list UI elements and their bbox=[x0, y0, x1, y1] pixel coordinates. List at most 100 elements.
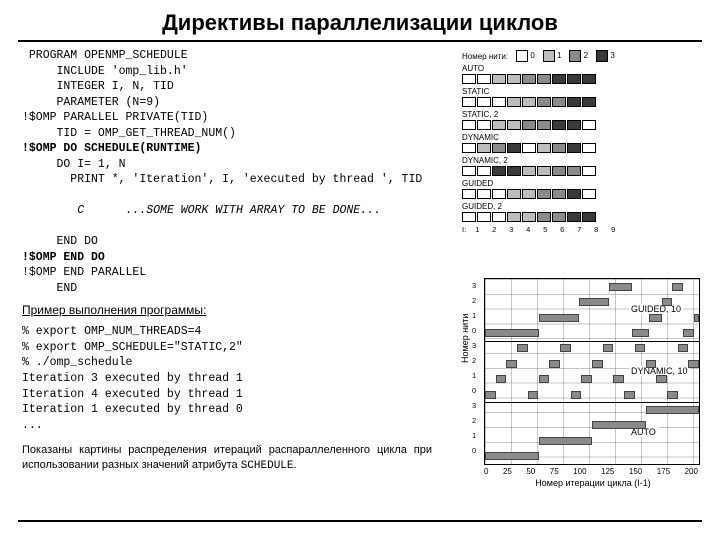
term-line: Iteration 1 executed by thread 0 bbox=[22, 402, 452, 418]
schedule-row bbox=[462, 166, 692, 176]
schedule-cell bbox=[582, 120, 596, 130]
schedule-cell bbox=[537, 166, 551, 176]
schedule-row-label: GUIDED, 2 bbox=[462, 202, 692, 211]
iteration-bar bbox=[688, 360, 699, 368]
schedule-cell bbox=[462, 212, 476, 222]
iteration-bar bbox=[571, 391, 582, 399]
schedule-cell bbox=[462, 189, 476, 199]
schedule-cell bbox=[462, 120, 476, 130]
iteration-bar bbox=[624, 391, 635, 399]
schedule-cell bbox=[567, 97, 581, 107]
iteration-bar bbox=[646, 360, 657, 368]
schedule-cell bbox=[462, 97, 476, 107]
schedule-cell bbox=[507, 166, 521, 176]
iteration-bar bbox=[581, 375, 592, 383]
schedule-cell bbox=[522, 212, 536, 222]
schedule-cell bbox=[462, 166, 476, 176]
iteration-bar bbox=[632, 329, 649, 337]
iteration-bar bbox=[539, 314, 580, 322]
schedule-cell bbox=[477, 120, 491, 130]
schedule-cell bbox=[522, 120, 536, 130]
iteration-bar bbox=[603, 344, 614, 352]
iteration-bar bbox=[635, 344, 646, 352]
schedule-cell bbox=[582, 97, 596, 107]
schedule-row bbox=[462, 97, 692, 107]
schedule-row-label: STATIC, 2 bbox=[462, 110, 692, 119]
term-line: Iteration 4 executed by thread 1 bbox=[22, 387, 452, 403]
schedule-cell bbox=[507, 120, 521, 130]
description-a: Показаны картины распределения итераций … bbox=[22, 444, 432, 471]
schedule-cell bbox=[492, 212, 506, 222]
schedule-row-label: GUIDED bbox=[462, 179, 692, 188]
iteration-bar bbox=[549, 360, 560, 368]
code-line: PROGRAM OPENMP_SCHEDULE bbox=[22, 48, 452, 64]
schedule-row bbox=[462, 143, 692, 153]
schedule-cell bbox=[507, 74, 521, 84]
schedule-cell bbox=[507, 143, 521, 153]
schedule-cell bbox=[522, 74, 536, 84]
schedule-cell bbox=[552, 212, 566, 222]
schedule-row-label: AUTO bbox=[462, 64, 692, 73]
code-line: END DO bbox=[22, 234, 452, 250]
iteration-bar bbox=[485, 391, 496, 399]
schedule-cell bbox=[507, 189, 521, 199]
schedule-cell bbox=[537, 74, 551, 84]
iteration-bar bbox=[592, 421, 646, 429]
schedule-row bbox=[462, 212, 692, 222]
term-line: % export OMP_NUM_THREADS=4 bbox=[22, 324, 452, 340]
iteration-bar bbox=[517, 344, 528, 352]
schedule-cell bbox=[477, 166, 491, 176]
panel-label: DYNAMIC, 10 bbox=[629, 366, 690, 376]
schedule-cell bbox=[552, 74, 566, 84]
schedule-cell bbox=[492, 166, 506, 176]
schedule-cell bbox=[582, 74, 596, 84]
schedule-cell bbox=[522, 97, 536, 107]
schedule-cell bbox=[537, 212, 551, 222]
schedule-cell bbox=[582, 189, 596, 199]
schedule-cell bbox=[492, 97, 506, 107]
schedule-cell bbox=[477, 212, 491, 222]
iteration-bar bbox=[485, 452, 539, 460]
schedule-cell bbox=[522, 166, 536, 176]
schedule-cell bbox=[492, 74, 506, 84]
schedule-cell bbox=[462, 74, 476, 84]
schedule-row-label: DYNAMIC bbox=[462, 133, 692, 142]
title-rule bbox=[18, 40, 702, 42]
schedule-cell bbox=[552, 166, 566, 176]
schedule-cell bbox=[552, 120, 566, 130]
slide: Директивы параллелизации циклов PROGRAM … bbox=[0, 0, 720, 540]
x-ticks: 0255075100125150175200 bbox=[484, 467, 698, 476]
schedule-cell bbox=[537, 189, 551, 199]
schedule-row-label: DYNAMIC, 2 bbox=[462, 156, 692, 165]
iteration-bar bbox=[560, 344, 571, 352]
schedule-cell bbox=[537, 120, 551, 130]
schedule-cell bbox=[582, 166, 596, 176]
iteration-bar bbox=[592, 360, 603, 368]
schedule-cell bbox=[537, 97, 551, 107]
schedule-cell bbox=[477, 74, 491, 84]
schedule-cell bbox=[567, 212, 581, 222]
iteration-bar bbox=[613, 375, 624, 383]
iteration-bar bbox=[662, 298, 673, 306]
iteration-bar bbox=[539, 437, 593, 445]
comment-text: ...SOME WORK WITH ARRAY TO BE DONE... bbox=[84, 204, 381, 217]
description: Показаны картины распределения итераций … bbox=[22, 443, 432, 474]
code-line-comment: C ...SOME WORK WITH ARRAY TO BE DONE... bbox=[22, 188, 452, 235]
right-column: Номер нити: 0 1 2 3AUTOSTATICSTATIC, 2DY… bbox=[452, 48, 702, 474]
schedule-cell bbox=[537, 143, 551, 153]
code-line: DO I= 1, N bbox=[22, 157, 452, 173]
iteration-bar bbox=[539, 375, 550, 383]
schedule-row-label: STATIC bbox=[462, 87, 692, 96]
iteration-plot: Номер нити 012301230123AUTODYNAMIC, 10GU… bbox=[462, 278, 702, 488]
iteration-bar bbox=[485, 329, 539, 337]
iteration-bar bbox=[656, 375, 667, 383]
schedule-cell bbox=[462, 143, 476, 153]
schedule-cell bbox=[567, 166, 581, 176]
schedule-cell bbox=[492, 143, 506, 153]
code-line: TID = OMP_GET_THREAD_NUM() bbox=[22, 126, 452, 142]
schedule-cell bbox=[582, 212, 596, 222]
bottom-rule bbox=[18, 520, 702, 522]
schedule-cell bbox=[507, 97, 521, 107]
schedule-row bbox=[462, 189, 692, 199]
schedule-cell bbox=[477, 143, 491, 153]
